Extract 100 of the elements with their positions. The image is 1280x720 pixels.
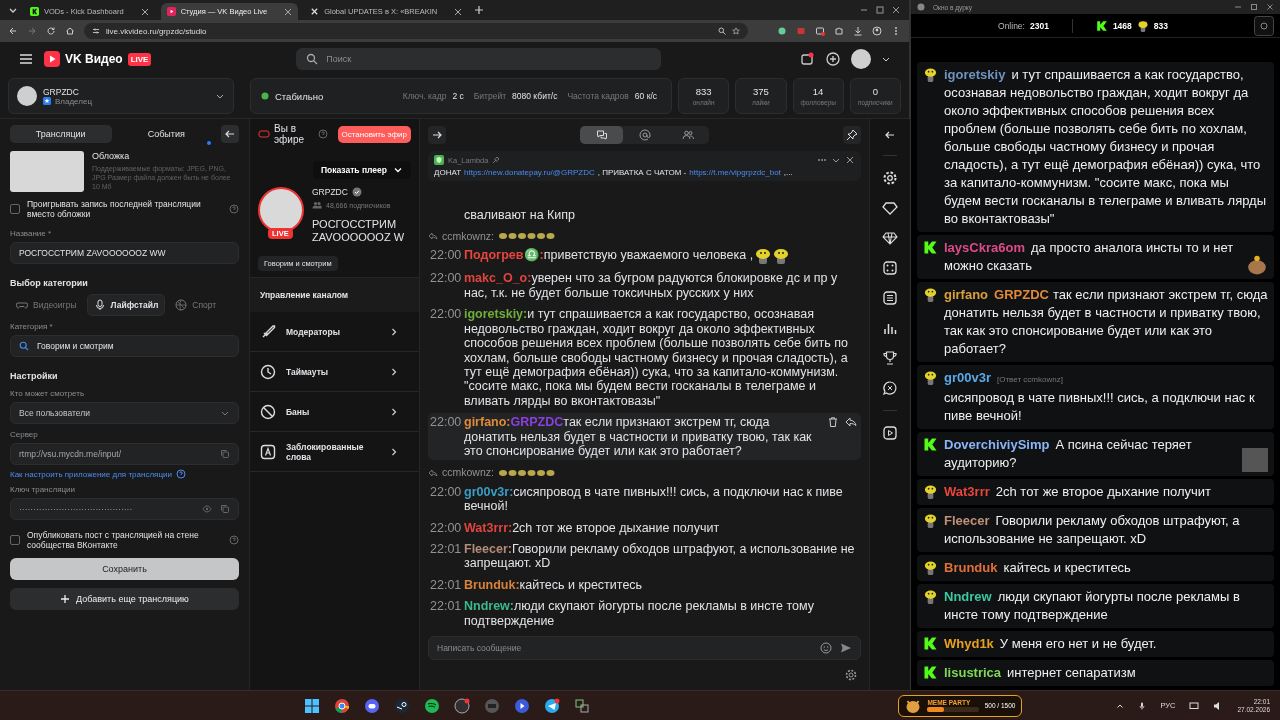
menu-icon[interactable] bbox=[18, 51, 34, 67]
copy-icon[interactable] bbox=[220, 504, 230, 514]
add-icon[interactable] bbox=[825, 51, 841, 67]
chat-block-icon[interactable] bbox=[882, 380, 898, 396]
site-settings-icon[interactable] bbox=[92, 27, 100, 35]
message-input[interactable]: Написать сообщение bbox=[437, 637, 812, 659]
chat-message: makc_O_o:уверен что за бугром радуются блокировке дс и пр у нас, т.к. не будет больше токсичных русских у них bbox=[464, 271, 838, 300]
server-field[interactable]: rtmp://vsu.mycdn.me/input/ bbox=[10, 443, 239, 465]
maximize-icon[interactable] bbox=[875, 5, 885, 15]
close-icon[interactable] bbox=[1266, 3, 1274, 11]
help-icon[interactable] bbox=[229, 204, 239, 214]
trophy-icon[interactable] bbox=[882, 350, 898, 366]
start-icon[interactable] bbox=[304, 697, 321, 714]
category-tab[interactable]: Спорт bbox=[169, 294, 223, 316]
pinned-link[interactable]: https://new.donatepay.ru/@GRPZDC bbox=[464, 168, 595, 177]
monitor-icon[interactable] bbox=[1189, 700, 1200, 711]
browser-icon[interactable] bbox=[334, 697, 351, 714]
close-icon[interactable] bbox=[140, 7, 149, 16]
maximize-icon[interactable] bbox=[1250, 3, 1258, 11]
panel-tab[interactable]: Трансляции bbox=[10, 125, 112, 143]
pin-icon[interactable] bbox=[843, 126, 861, 144]
settings-icon[interactable] bbox=[845, 669, 857, 681]
microphone-icon[interactable] bbox=[1138, 701, 1147, 710]
reload-icon[interactable] bbox=[46, 26, 56, 36]
chat-message: lisustrica интернет сепаратизм bbox=[944, 664, 1137, 682]
record-app-icon[interactable] bbox=[454, 697, 471, 714]
close-icon[interactable] bbox=[891, 5, 901, 15]
new-tab-icon[interactable] bbox=[474, 5, 485, 15]
stream-key-field[interactable]: ········································ bbox=[10, 498, 239, 520]
reply-icon[interactable] bbox=[845, 416, 857, 429]
close-icon[interactable] bbox=[284, 7, 293, 16]
eye-icon[interactable] bbox=[202, 504, 212, 514]
menu-item[interactable]: Модераторы bbox=[250, 312, 419, 352]
extension-icon[interactable] bbox=[815, 26, 825, 36]
show-player-button[interactable]: Показать плеер bbox=[312, 161, 411, 179]
star-icon[interactable] bbox=[732, 27, 740, 35]
back-icon[interactable] bbox=[8, 26, 18, 36]
checkbox-label: Проигрывать запись последней трансляции вместо обложки bbox=[27, 199, 202, 219]
menu-item[interactable]: Баны bbox=[250, 392, 419, 432]
messenger-icon[interactable] bbox=[544, 697, 561, 714]
help-icon[interactable] bbox=[175, 469, 186, 479]
profile-icon[interactable] bbox=[872, 26, 882, 36]
menu-item[interactable]: Таймауты bbox=[250, 352, 419, 392]
add-stream-button[interactable]: Добавить еще трансляцию bbox=[10, 588, 239, 610]
play-app-icon[interactable] bbox=[514, 697, 531, 714]
back-icon[interactable] bbox=[221, 125, 239, 143]
category-input[interactable]: Говорим и смотрим bbox=[37, 336, 230, 356]
message-time: 22:00 bbox=[430, 415, 463, 432]
close-icon[interactable] bbox=[845, 155, 855, 165]
back-icon[interactable] bbox=[884, 129, 896, 141]
puzzle-icon[interactable] bbox=[834, 26, 844, 36]
field-label: Название * bbox=[10, 229, 53, 238]
avatar[interactable] bbox=[851, 49, 871, 69]
category-tab[interactable]: Видеоигры bbox=[10, 294, 83, 316]
message-text: сваливают на Кипр bbox=[464, 207, 577, 223]
windows-app-icon[interactable] bbox=[574, 697, 591, 714]
zoom-icon[interactable] bbox=[718, 27, 726, 35]
pinned-link[interactable]: https://t.me/vipgrpzdc_bot bbox=[689, 168, 781, 177]
help-icon[interactable] bbox=[318, 129, 328, 139]
home-icon[interactable] bbox=[65, 26, 75, 36]
title-input[interactable]: РОСГОССТРИМ ZAVOOOOOOZ WW bbox=[19, 243, 230, 263]
app-icon bbox=[917, 3, 925, 11]
list-icon[interactable] bbox=[882, 290, 898, 306]
k-logo-icon bbox=[923, 665, 938, 680]
chat-app-icon[interactable] bbox=[364, 697, 381, 714]
chat-tab[interactable] bbox=[580, 126, 623, 144]
panel-tab[interactable]: События bbox=[115, 125, 217, 143]
message-field[interactable]: Написать сообщение bbox=[428, 636, 861, 660]
audience-dropdown[interactable]: Все пользователи bbox=[10, 402, 239, 424]
title-field[interactable]: РОСГОССТРИМ ZAVOOOOOOZ WW bbox=[10, 242, 239, 264]
notifications-icon[interactable] bbox=[799, 51, 815, 67]
checkbox[interactable] bbox=[10, 535, 20, 545]
counter-value: 14 bbox=[812, 86, 824, 97]
category-tab[interactable]: Лайфстайл bbox=[86, 294, 166, 316]
menu-item[interactable]: Заблокированные слова bbox=[250, 432, 419, 472]
server-input[interactable]: rtmp://vsu.mycdn.me/input/ bbox=[19, 444, 212, 464]
save-button[interactable]: Сохранить bbox=[10, 558, 239, 580]
arrow-right-icon[interactable] bbox=[428, 126, 446, 144]
game-store-icon[interactable] bbox=[394, 697, 411, 714]
send-icon[interactable] bbox=[840, 642, 852, 654]
checkbox[interactable] bbox=[10, 204, 20, 214]
photo-placeholder bbox=[1242, 448, 1268, 472]
copy-icon[interactable] bbox=[220, 449, 230, 459]
diamond-outline-icon[interactable] bbox=[882, 200, 898, 216]
gem-icon[interactable] bbox=[882, 230, 898, 246]
category-field[interactable]: Говорим и смотрим bbox=[10, 335, 239, 357]
address-bar[interactable]: live.vkvideo.ru/grpzdc/studio bbox=[84, 23, 748, 39]
delete-icon[interactable] bbox=[827, 416, 839, 429]
help-link[interactable]: Как настроить приложение для трансляции bbox=[10, 469, 172, 479]
chat-message: Whyd1k У меня его нет и не будет. bbox=[944, 635, 1158, 653]
stream-key-input[interactable]: ········································ bbox=[19, 499, 194, 519]
music-app-icon[interactable] bbox=[424, 697, 441, 714]
dice-icon[interactable] bbox=[882, 260, 898, 276]
account-card[interactable]: GRPZDC Владелец bbox=[8, 78, 234, 114]
emoji-icon[interactable] bbox=[820, 642, 832, 654]
help-icon[interactable] bbox=[229, 535, 239, 545]
download-icon[interactable] bbox=[853, 26, 863, 36]
video-play-icon[interactable] bbox=[882, 425, 898, 441]
forward-icon[interactable] bbox=[27, 26, 37, 36]
close-icon[interactable] bbox=[454, 7, 463, 16]
